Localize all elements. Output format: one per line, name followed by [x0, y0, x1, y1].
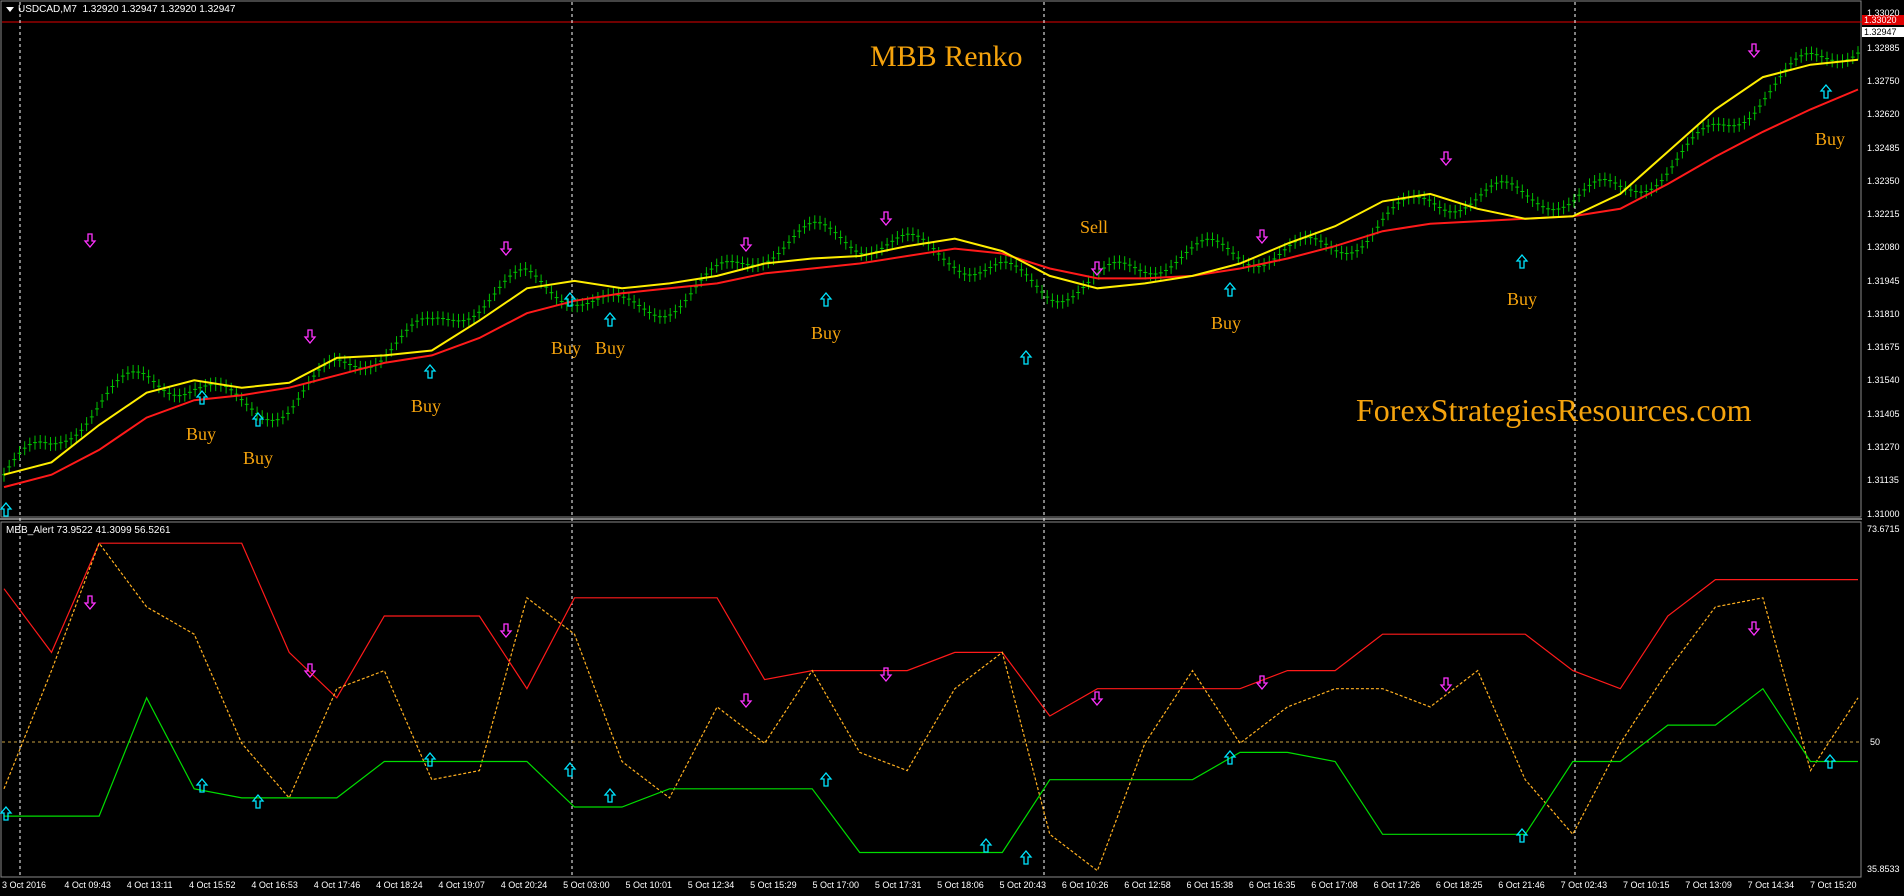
price-axis-label: 1.32620	[1867, 109, 1900, 119]
signal-label: Buy	[595, 338, 626, 358]
time-axis-label: 4 Oct 09:43	[64, 880, 111, 890]
time-axis-label: 4 Oct 13:11	[126, 880, 173, 890]
current-price-label: 1.32947	[1864, 27, 1897, 37]
time-axis-label: 6 Oct 18:25	[1435, 880, 1483, 890]
time-axis-label: 6 Oct 15:38	[1186, 880, 1234, 890]
price-axis-label: 1.32350	[1867, 176, 1900, 186]
price-axis-label: 1.31675	[1867, 342, 1900, 352]
top-price-label: 1.33020	[1864, 15, 1897, 25]
price-axis-label: 1.31135	[1867, 475, 1899, 485]
price-axis-label: 1.31945	[1867, 276, 1900, 286]
signal-label: Buy	[186, 424, 217, 444]
signal-label: Buy	[411, 396, 442, 416]
time-axis-label: 5 Oct 12:34	[687, 880, 735, 890]
time-axis-label: 4 Oct 20:24	[500, 880, 548, 890]
signal-label: Buy	[1815, 129, 1846, 149]
time-axis-label: 5 Oct 17:31	[874, 880, 922, 890]
chart-symbol-header[interactable]: USDCAD,M7 1.32920 1.32947 1.32920 1.3294…	[6, 4, 235, 15]
time-axis-label: 4 Oct 17:46	[313, 880, 361, 890]
signal-label: Buy	[551, 338, 582, 358]
price-axis-label: 1.31810	[1867, 309, 1900, 319]
time-axis-label: 7 Oct 14:34	[1747, 880, 1795, 890]
price-axis-label: 1.32215	[1867, 209, 1900, 219]
time-axis-label: 5 Oct 20:43	[999, 880, 1047, 890]
price-axis-label: 1.32750	[1867, 76, 1900, 86]
signal-label: Buy	[1211, 313, 1242, 333]
signal-label: Sell	[1080, 217, 1109, 237]
time-axis-label: 5 Oct 17:00	[812, 880, 859, 890]
price-axis-label: 1.31000	[1867, 509, 1900, 519]
time-axis-label: 5 Oct 03:00	[563, 880, 610, 890]
time-axis-label: 5 Oct 18:06	[937, 880, 984, 890]
signal-label: Buy	[243, 448, 274, 468]
price-axis-label: 1.31405	[1867, 409, 1900, 419]
indicator-axis-label: 35.8533	[1867, 864, 1900, 874]
time-axis-label: 3 Oct 2016	[2, 880, 47, 890]
time-axis-label: 6 Oct 17:26	[1373, 880, 1421, 890]
price-axis-label: 1.32080	[1867, 242, 1900, 252]
signal-label: Buy	[811, 323, 842, 343]
time-axis-label: 7 Oct 02:43	[1560, 880, 1608, 890]
indicator-axis-label: 73.6715	[1867, 524, 1900, 534]
time-axis-label: 6 Oct 10:26	[1061, 880, 1109, 890]
symbol-info: USDCAD,M7 1.32920 1.32947 1.32920 1.3294…	[18, 4, 236, 15]
time-axis-label: 6 Oct 16:35	[1248, 880, 1296, 890]
indicator-axis-label: 50	[1870, 737, 1881, 747]
chart-canvas	[0, 0, 1904, 896]
chart-title: MBB Renko	[870, 40, 1023, 73]
time-axis-label: 7 Oct 13:09	[1685, 880, 1732, 890]
price-axis-label: 1.32485	[1867, 143, 1900, 153]
time-axis-label: 4 Oct 19:07	[438, 880, 485, 890]
time-axis-label: 5 Oct 10:01	[625, 880, 672, 890]
watermark: ForexStrategiesResources.com	[1356, 392, 1752, 428]
time-axis-label: 6 Oct 17:08	[1311, 880, 1358, 890]
signal-label: Buy	[1507, 289, 1538, 309]
time-axis-label: 4 Oct 18:24	[376, 880, 423, 890]
time-axis-label: 4 Oct 15:52	[189, 880, 236, 890]
time-axis-label: 5 Oct 15:29	[750, 880, 797, 890]
time-axis-label: 6 Oct 12:58	[1124, 880, 1171, 890]
price-axis-label: 1.31540	[1867, 375, 1900, 385]
time-axis-label: 4 Oct 16:53	[251, 880, 298, 890]
price-axis-label: 1.32885	[1867, 43, 1900, 53]
price-axis-label: 1.31270	[1867, 442, 1900, 452]
indicator-header: MBB_Alert 73.9522 41.3099 56.5261	[6, 525, 171, 536]
chevron-down-icon[interactable]	[6, 6, 14, 12]
time-axis-label: 7 Oct 15:20	[1810, 880, 1857, 890]
time-axis-label: 7 Oct 10:15	[1622, 880, 1670, 890]
time-axis-label: 6 Oct 21:46	[1498, 880, 1545, 890]
